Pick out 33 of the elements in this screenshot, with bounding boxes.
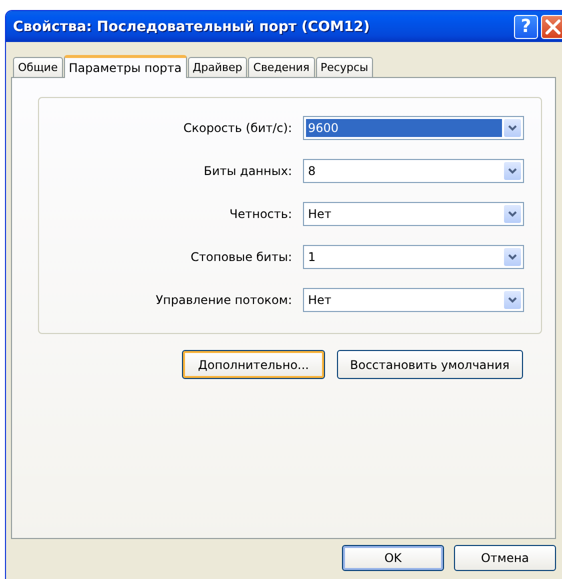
chevron-down-icon (508, 254, 517, 260)
chevron-down-icon (508, 297, 517, 303)
tab[interactable]: Сведения (248, 57, 315, 77)
setting-label: Четность: (230, 207, 292, 221)
dropdown[interactable]: Нет (303, 202, 524, 226)
chevron-down-icon (508, 211, 517, 217)
dropdown[interactable]: 1 (303, 245, 524, 269)
window-title: Свойства: Последовательный порт (COM12) (13, 18, 371, 34)
tab[interactable]: Драйвер (188, 57, 248, 77)
dropdown[interactable]: 9600 (303, 116, 524, 140)
tab[interactable]: Ресурсы (316, 57, 374, 77)
setting-label: Биты данных: (204, 164, 292, 178)
tab[interactable]: Параметры порта (64, 55, 187, 78)
action-button[interactable]: Восстановить умолчания (337, 350, 523, 379)
chevron-down-icon (508, 125, 517, 131)
dialog-button[interactable]: Отмена (454, 545, 556, 571)
dropdown-value: Нет (307, 206, 332, 223)
dropdown-value: Нет (307, 292, 332, 309)
setting-label: Управление потоком: (156, 293, 292, 307)
dialog-button[interactable]: OK (342, 545, 444, 571)
dropdown-value: 8 (307, 163, 317, 180)
setting-label: Скорость (бит/с): (183, 121, 292, 135)
help-button[interactable]: ? (514, 14, 538, 38)
action-button[interactable]: Дополнительно... (182, 350, 325, 379)
dropdown-value: 9600 (306, 119, 502, 137)
dropdown[interactable]: 8 (303, 159, 524, 183)
dropdown-value: 1 (307, 249, 317, 266)
close-button[interactable] (541, 14, 562, 38)
setting-label: Стоповые биты: (190, 250, 292, 264)
chevron-down-icon (508, 168, 517, 174)
dropdown[interactable]: Нет (303, 288, 524, 312)
close-icon (544, 18, 562, 36)
tab[interactable]: Общие (13, 57, 63, 77)
